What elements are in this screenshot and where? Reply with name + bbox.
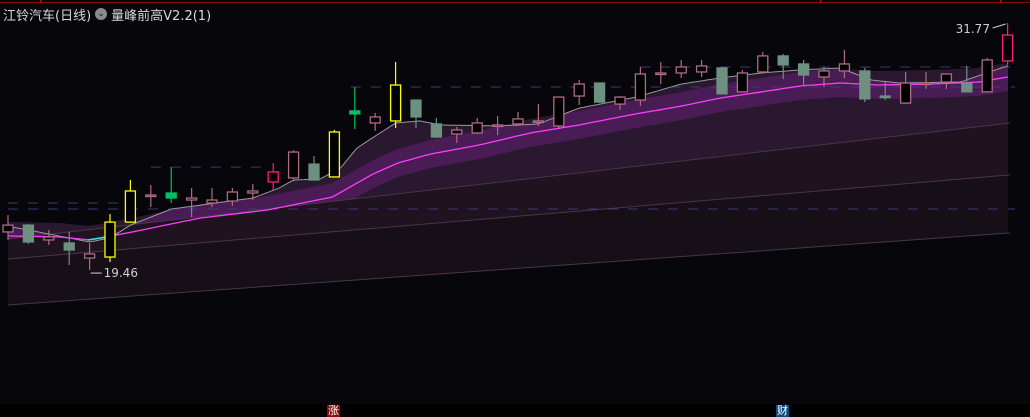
candle-body: [797, 63, 810, 76]
candle-body: [2, 224, 14, 233]
candle-body: [63, 242, 75, 251]
candle-body: [593, 82, 606, 103]
chart-header: 江铃汽车(日线) ⌄ 量峰前高V2.2(1): [3, 5, 211, 24]
candle-body: [675, 66, 687, 74]
candle-body: [43, 236, 55, 241]
candle-body: [308, 163, 320, 181]
arrow-icon: [992, 23, 1006, 29]
candle-body: [838, 63, 851, 72]
candle-body: [22, 224, 35, 243]
stock-chart-window: 31.77 19.46 江铃汽车(日线) ⌄ 量峰前高V2.2(1) 涨 财: [0, 0, 1030, 417]
candle-body: [451, 129, 463, 135]
candle-body: [104, 221, 116, 258]
candle-body: [532, 120, 545, 124]
low-price-label: 19.46: [104, 266, 138, 280]
candle-body: [614, 96, 626, 105]
candle-body: [491, 124, 504, 128]
finance-badge[interactable]: 财: [776, 405, 789, 417]
candle-body: [573, 83, 585, 97]
candle-body: [1001, 34, 1014, 62]
candle-body: [777, 55, 789, 66]
stock-title: 江铃汽车(日线): [3, 8, 92, 24]
candle-body: [899, 82, 912, 104]
candle-body: [736, 72, 749, 93]
candle-body: [471, 122, 483, 134]
rise-badge[interactable]: 涨: [327, 405, 340, 417]
candle-body: [410, 99, 422, 118]
candle-body: [757, 55, 769, 73]
candle-body: [267, 171, 279, 183]
candle-body: [349, 110, 361, 115]
candle-body: [185, 197, 198, 201]
chevron-down-circle-icon[interactable]: ⌄: [95, 8, 108, 20]
candle-body: [145, 194, 157, 198]
candle-body: [389, 84, 402, 122]
candle-body: [940, 73, 953, 83]
high-price-label: 31.77: [956, 22, 990, 36]
candle-body: [512, 118, 524, 125]
candle-body: [165, 192, 177, 199]
candle-body: [553, 96, 565, 127]
candle-body: [124, 190, 137, 223]
candle-body: [226, 191, 239, 202]
candlestick-chart[interactable]: 31.77 19.46: [0, 0, 1030, 417]
candle-body: [695, 65, 708, 73]
candle-body: [430, 123, 443, 138]
candle-body: [287, 151, 300, 179]
candle-body: [83, 253, 96, 259]
candle-body: [859, 70, 871, 100]
candle-body: [920, 82, 932, 86]
candle-body: [981, 59, 993, 93]
candle-body: [328, 131, 341, 178]
candle-body: [879, 95, 891, 99]
candle-body: [206, 199, 218, 204]
candle-body: [369, 116, 381, 124]
candle-body: [247, 190, 259, 194]
candle-body: [634, 73, 647, 101]
indicator-name[interactable]: 量峰前高V2.2(1): [111, 5, 211, 24]
candle-body: [961, 82, 973, 93]
candle-body: [655, 72, 667, 76]
candle-body: [818, 70, 830, 78]
candle-body: [716, 67, 728, 95]
bottom-bar: [0, 404, 1030, 417]
